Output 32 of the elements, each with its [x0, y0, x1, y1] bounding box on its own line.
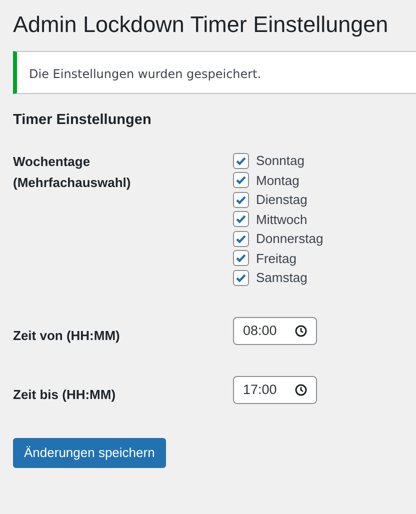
notice-text: Die Einstellungen wurden gespeichert. [29, 67, 262, 81]
check-icon [235, 213, 247, 226]
checkbox[interactable] [233, 192, 249, 208]
check-icon [235, 252, 247, 264]
field-label: Zeit von (HH:MM) [13, 326, 121, 345]
checkbox[interactable] [233, 250, 249, 266]
check-icon [235, 272, 247, 284]
checkbox-label: Donnerstag [256, 231, 324, 246]
checkbox-label: Sonntag [256, 153, 304, 168]
check-icon [235, 174, 247, 186]
field-label: Zeit bis (HH:MM) [13, 386, 117, 404]
section-heading: Timer Einstellungen [13, 112, 152, 128]
time-field[interactable]: 08:00 [233, 316, 317, 344]
clock-icon[interactable] [295, 384, 307, 396]
checkbox-label: Samstag [256, 270, 308, 286]
checkbox[interactable] [233, 270, 249, 286]
checkbox[interactable] [233, 211, 249, 228]
page-title: Admin Lockdown Timer Einstellungen [13, 11, 390, 39]
checkbox-label: Mittwoch [256, 212, 308, 227]
time-field[interactable]: 17:00 [233, 376, 317, 404]
checkbox-label: Dienstag [256, 192, 308, 208]
checkbox-label: Montag [256, 172, 300, 188]
check-icon [235, 154, 247, 167]
checkbox[interactable] [233, 172, 249, 188]
checkbox-label: Freitag [256, 250, 296, 266]
field-label: Wochentage (Mehrfachauswahl) [13, 153, 132, 192]
check-icon [235, 194, 247, 206]
clock-icon[interactable] [295, 324, 307, 336]
checkbox[interactable] [233, 152, 249, 169]
checkbox[interactable] [233, 230, 249, 247]
save-button[interactable]: Änderungen speichern [13, 438, 166, 468]
check-icon [235, 232, 247, 245]
